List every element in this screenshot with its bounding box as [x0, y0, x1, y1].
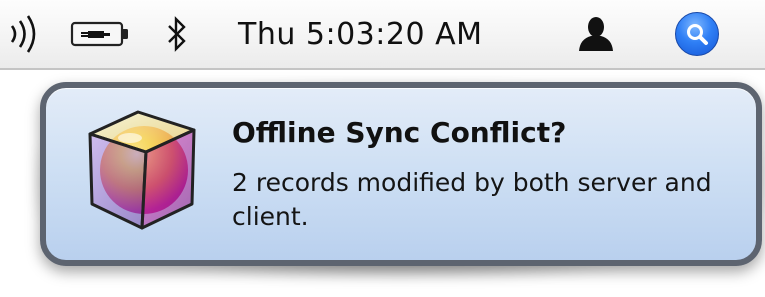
battery-icon[interactable]	[68, 0, 134, 68]
menu-bar-clock[interactable]: Thu 5:03:20 AM	[238, 0, 548, 68]
spotlight-search-button[interactable]	[670, 0, 724, 68]
user-icon[interactable]	[576, 0, 616, 68]
app-cube-icon	[86, 108, 198, 232]
growl-notification[interactable]: Offline Sync Conflict? 2 records modifie…	[40, 82, 762, 266]
menu-bar: Thu 5:03:20 AM	[0, 0, 765, 70]
bluetooth-icon[interactable]	[160, 0, 194, 68]
volume-icon[interactable]	[4, 0, 48, 68]
spotlight-search-icon	[675, 12, 719, 56]
notification-message: 2 records modified by both server and cl…	[232, 168, 712, 231]
notification-title: Offline Sync Conflict?	[232, 116, 567, 149]
